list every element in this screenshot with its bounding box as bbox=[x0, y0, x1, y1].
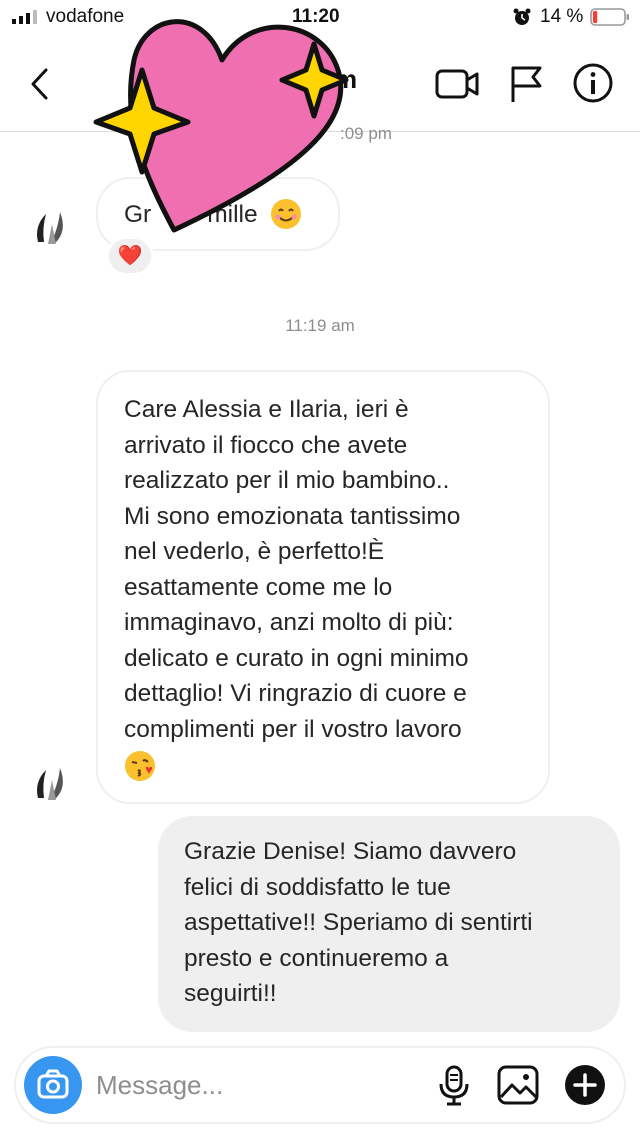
image-gallery-icon[interactable] bbox=[496, 1064, 540, 1106]
camera-button[interactable] bbox=[24, 1056, 82, 1114]
message-text-end: mille bbox=[207, 201, 258, 228]
message-line: Care Alessia e Ilaria, ieri è bbox=[124, 396, 409, 423]
battery-icon bbox=[590, 8, 629, 26]
carrier-name: vodafone bbox=[46, 6, 125, 27]
alarm-clock-icon bbox=[513, 8, 531, 25]
message-line: Mi sono emozionata tantissimo bbox=[124, 502, 461, 530]
message-text-start: Gr bbox=[124, 201, 152, 228]
chevron-left-icon[interactable] bbox=[26, 64, 54, 104]
message-line: delicato e curato in ogni minimo bbox=[124, 644, 469, 672]
message-line: immaginavo, anzi molto di più: bbox=[124, 609, 454, 636]
status-bar: vodafone 11:20 14 % bbox=[0, 0, 640, 36]
chat-header: m bbox=[0, 36, 640, 132]
avatar[interactable] bbox=[28, 204, 74, 250]
signal-strength-icon bbox=[12, 10, 37, 24]
message-line: seguirti!! bbox=[184, 980, 277, 1007]
microphone-icon[interactable] bbox=[436, 1064, 472, 1106]
message-line: dettaglio! Vi ringrazio di cuore e bbox=[124, 680, 467, 707]
timestamp-middle: 11:19 am bbox=[285, 316, 355, 335]
battery-percentage: 14 % bbox=[540, 6, 584, 27]
message-line: esattamente come me lo bbox=[124, 573, 393, 601]
info-icon[interactable] bbox=[572, 62, 614, 104]
camera-icon bbox=[37, 1069, 69, 1099]
heart-reaction[interactable]: ❤️ bbox=[106, 236, 154, 276]
timestamp-top: :09 pm bbox=[340, 124, 392, 143]
message-input[interactable] bbox=[96, 1064, 426, 1106]
message-composer bbox=[14, 1046, 626, 1124]
chat-title[interactable]: m bbox=[334, 64, 357, 95]
message-bubble-incoming[interactable]: Care Alessia e Ilaria, ieri è arrivato i… bbox=[96, 370, 550, 804]
message-line: nel vederlo, è perfetto!È bbox=[124, 538, 385, 565]
message-line: Grazie Denise! Siamo davvero bbox=[184, 838, 517, 865]
message-line: arrivato il fiocco che avete bbox=[124, 431, 408, 459]
message-line: realizzato per il mio bambino.. bbox=[124, 467, 450, 494]
video-camera-icon[interactable] bbox=[434, 66, 480, 102]
smiling-face-emoji bbox=[271, 198, 302, 229]
message-line: complimenti per il vostro lavoro bbox=[124, 715, 462, 743]
face-blowing-kiss-emoji bbox=[125, 750, 155, 781]
avatar[interactable] bbox=[28, 760, 74, 806]
flag-icon[interactable] bbox=[508, 64, 544, 104]
status-time: 11:20 bbox=[292, 6, 340, 27]
plus-icon[interactable] bbox=[564, 1064, 606, 1106]
message-bubble-outgoing[interactable]: Grazie Denise! Siamo davvero felici di s… bbox=[158, 816, 620, 1032]
message-line: felici di soddisfatto le tue bbox=[184, 873, 451, 901]
message-line: presto e continueremo a bbox=[184, 944, 449, 972]
message-line: aspettative!! Speriamo di sentirti bbox=[184, 909, 533, 936]
